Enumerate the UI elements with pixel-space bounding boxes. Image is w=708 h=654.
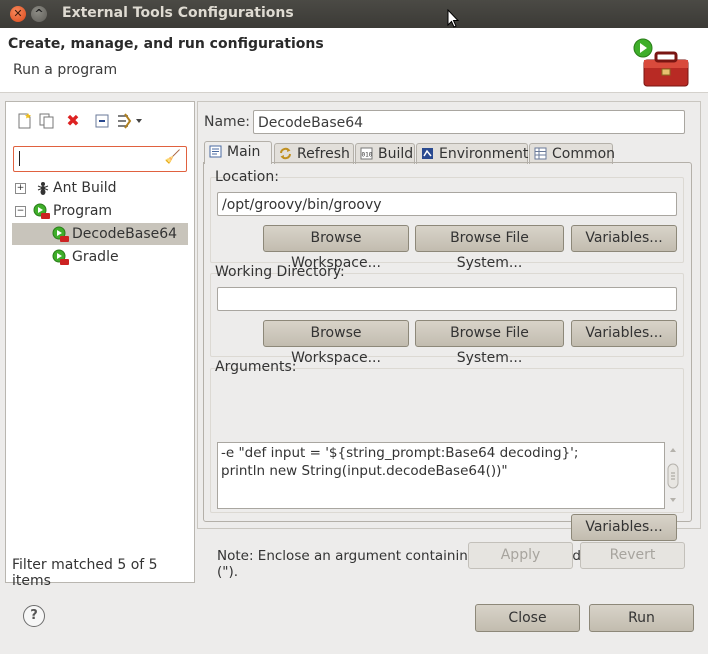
collapse-all-icon[interactable] [93, 112, 111, 130]
mouse-cursor-icon [447, 9, 459, 28]
window-title-bar: ✕ ^ External Tools Configurations [0, 0, 708, 28]
location-input[interactable]: /opt/groovy/bin/groovy [217, 192, 677, 216]
name-label: Name: [204, 114, 251, 130]
working-directory-input[interactable] [217, 287, 677, 311]
arguments-label: Arguments: [215, 359, 297, 375]
working-directory-label: Working Directory: [215, 264, 345, 280]
expand-icon[interactable]: + [15, 183, 26, 194]
tree-item-decodebase64[interactable]: DecodeBase64 [12, 223, 188, 245]
arguments-line: println new String(input.decodeBase64())… [221, 463, 508, 479]
tab-label: Refresh [297, 146, 350, 162]
text-caret [19, 151, 20, 166]
workdir-browse-workspace-button[interactable]: Browse Workspace... [263, 320, 409, 366]
tree-item-label: Program [53, 203, 113, 219]
main-tab-icon [209, 145, 222, 158]
dialog-heading: Create, manage, and run configurations [8, 36, 324, 52]
common-icon [534, 147, 547, 160]
toolbox-run-icon [633, 38, 689, 87]
window-maximize-button[interactable]: ^ [31, 6, 47, 22]
arguments-scrollbar[interactable] [666, 444, 680, 506]
location-browse-filesystem-button[interactable]: Browse File System... [415, 225, 564, 271]
dialog-description: Run a program [13, 62, 118, 78]
window-close-button[interactable]: ✕ [10, 6, 26, 22]
arguments-textarea[interactable]: -e "def input = '${string_prompt:Base64 … [217, 442, 665, 509]
tab-environment[interactable]: Environment [416, 143, 528, 164]
tab-refresh[interactable]: Refresh [274, 143, 354, 164]
program-run-icon [33, 203, 50, 219]
arguments-variables-button[interactable]: Variables... [571, 514, 677, 541]
ant-icon [37, 182, 49, 195]
window-title: External Tools Configurations [62, 5, 294, 21]
filter-dropdown-icon[interactable] [116, 112, 146, 130]
new-configuration-icon[interactable] [16, 112, 34, 130]
clear-filter-icon[interactable]: 🧹 [165, 150, 181, 165]
filter-status-text: Filter matched 5 of 5 items [12, 557, 158, 589]
tab-common[interactable]: Common [529, 143, 616, 164]
arguments-line: -e "def input = '${string_prompt:Base64 … [221, 445, 579, 461]
collapse-icon[interactable]: − [15, 206, 26, 217]
tab-label: Main [227, 144, 261, 160]
program-config-icon [52, 249, 69, 265]
close-button[interactable]: Close [475, 604, 580, 632]
refresh-icon [280, 147, 291, 160]
tree-item-label: Ant Build [53, 180, 117, 196]
configuration-editor-panel: Name: DecodeBase64 Main Refresh 010 Buil… [197, 101, 701, 580]
tab-main[interactable]: Main [204, 141, 272, 164]
configuration-list-panel: ✖ 🧹 + Ant Build − Program DecodeBase64 G… [5, 101, 195, 589]
tree-item-label: DecodeBase64 [72, 226, 178, 242]
tree-item-label: Gradle [72, 249, 119, 265]
workdir-browse-filesystem-button[interactable]: Browse File System... [415, 320, 564, 366]
tree-item-gradle[interactable]: Gradle [12, 246, 188, 268]
main-tab-content: Location: /opt/groovy/bin/groovy Browse … [203, 162, 692, 580]
tree-item-ant-build[interactable]: + Ant Build [12, 177, 188, 199]
filter-input[interactable]: 🧹 [13, 146, 187, 172]
svg-text:010: 010 [362, 152, 373, 159]
location-browse-workspace-button[interactable]: Browse Workspace... [263, 225, 409, 271]
dialog-header: Create, manage, and run configurations R… [0, 28, 708, 93]
workdir-variables-button[interactable]: Variables... [571, 320, 677, 347]
tab-label: Build [378, 146, 414, 162]
build-icon: 010 [360, 147, 373, 160]
environment-icon [422, 148, 433, 159]
apply-button[interactable]: Apply [468, 542, 573, 569]
duplicate-icon[interactable] [38, 112, 56, 130]
name-input[interactable]: DecodeBase64 [253, 110, 685, 134]
delete-icon[interactable]: ✖ [64, 112, 82, 130]
tree-item-program[interactable]: − Program [12, 200, 188, 222]
help-icon[interactable]: ? [23, 605, 45, 627]
location-label: Location: [215, 169, 279, 185]
revert-button[interactable]: Revert [580, 542, 685, 569]
program-config-icon [52, 226, 69, 242]
tab-label: Environment [439, 146, 529, 162]
tab-build[interactable]: 010 Build [355, 143, 415, 164]
tab-label: Common [552, 146, 616, 162]
location-variables-button[interactable]: Variables... [571, 225, 677, 252]
run-button[interactable]: Run [589, 604, 694, 632]
